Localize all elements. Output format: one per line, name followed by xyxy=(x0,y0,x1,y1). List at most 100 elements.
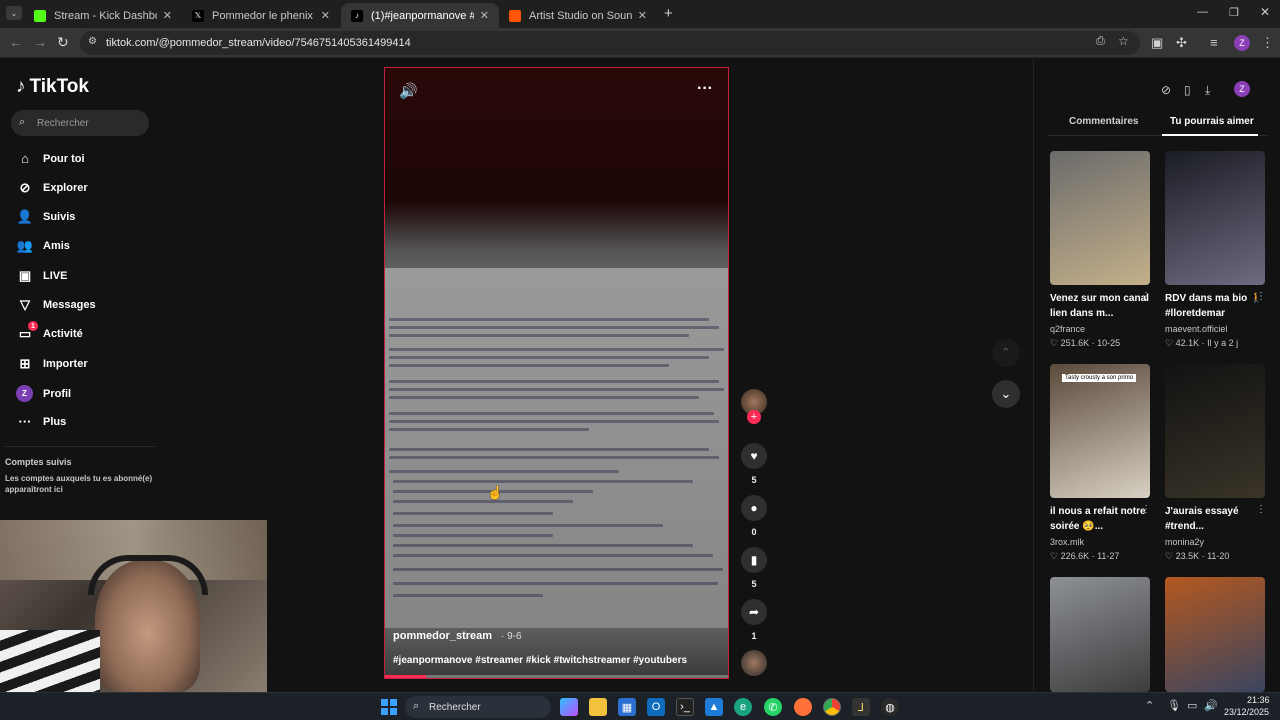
sidebar-item-plus[interactable]: ··· Plus xyxy=(16,414,67,429)
site-info-icon[interactable]: ⚙ xyxy=(88,36,97,47)
sidebar-item-profil[interactable]: Z Profil xyxy=(16,385,71,402)
taskbar-search[interactable]: ⌕ Rechercher xyxy=(405,696,551,718)
suggested-title[interactable]: il nous a refait notre soirée 🥺... xyxy=(1050,504,1154,534)
tiktok-logo[interactable]: ♪ TikTok xyxy=(16,76,89,98)
media-icon[interactable]: ≡ xyxy=(1210,35,1218,50)
suggested-thumbnail[interactable]: Tasty crousty a son primo xyxy=(1050,364,1150,498)
suggested-title[interactable]: RDV dans ma bio 🚶 #lloretdemar xyxy=(1165,291,1269,321)
photos-icon[interactable]: ▲ xyxy=(705,698,723,716)
clock-time[interactable]: 21:36 xyxy=(1247,695,1270,705)
search-input[interactable]: ⌕ Rechercher xyxy=(11,110,149,136)
suggested-author[interactable]: monina2y xyxy=(1165,537,1204,547)
speaker-icon[interactable]: 🔊 xyxy=(1204,699,1218,712)
tab-suggested[interactable]: Tu pourrais aimer xyxy=(1170,116,1254,127)
sidebar-item-messages[interactable]: ▽ Messages xyxy=(16,297,96,313)
inbox-icon: ▭ 1 xyxy=(16,321,38,342)
like-button[interactable]: ♥ 5 xyxy=(741,443,767,485)
tab-x-profile[interactable]: 𝕏 Pommedor le phenix (@Pomme ✕ xyxy=(182,3,340,28)
video-caption[interactable]: #jeanpormanove #streamer #kick #twitchst… xyxy=(393,655,687,666)
sidebar-item-importer[interactable]: ⊞ Importer xyxy=(16,356,88,372)
sidebar-item-explorer[interactable]: ⊘ Explorer xyxy=(16,180,88,196)
video-player[interactable]: 🔊 ··· pommedor_stream · 9-6 #jeanpormano… xyxy=(384,67,729,679)
video-author[interactable]: pommedor_stream xyxy=(393,630,492,642)
sidebar-item-pour-toi[interactable]: ⌂ Pour toi xyxy=(16,151,85,166)
next-video-button[interactable]: ⌄ xyxy=(992,380,1020,408)
obs-icon[interactable]: ◍ xyxy=(881,698,899,716)
tray-chevron-icon[interactable]: ⌃ xyxy=(1145,699,1154,712)
tab-kick-dashboard[interactable]: Stream - Kick Dashboard ✕ xyxy=(24,3,182,28)
video-progress-bar[interactable] xyxy=(385,675,728,678)
video-date: · 9-6 xyxy=(501,631,522,642)
install-app-icon[interactable]: ⎙ xyxy=(1096,35,1105,48)
more-icon[interactable]: ⋮ xyxy=(1256,291,1266,302)
window-menu-button[interactable]: ⌄ xyxy=(6,6,22,20)
browser-menu-icon[interactable]: ⋮ xyxy=(1261,35,1274,51)
more-icon[interactable]: ⋮ xyxy=(1141,291,1151,302)
file-explorer-icon[interactable] xyxy=(589,698,607,716)
device-icon[interactable]: ▯ xyxy=(1184,83,1191,97)
extension-icon[interactable]: ▣ xyxy=(1151,35,1163,51)
compass-icon[interactable]: ⊘ xyxy=(1161,83,1171,97)
app-icon[interactable]: ⅃ xyxy=(852,698,870,716)
terminal-icon[interactable]: ›_ xyxy=(676,698,694,716)
close-window-icon[interactable]: ✕ xyxy=(1260,5,1270,19)
heart-icon: ♥ xyxy=(741,443,767,469)
comment-button[interactable]: ● 0 xyxy=(741,495,767,537)
more-icon[interactable]: ⋮ xyxy=(1256,504,1266,515)
sidebar-divider xyxy=(5,446,155,447)
browser-profile-avatar[interactable]: Z xyxy=(1234,35,1250,51)
suggested-thumbnail[interactable] xyxy=(1165,577,1265,692)
suggested-author[interactable]: maevent.officiel xyxy=(1165,324,1227,334)
firefox-icon[interactable] xyxy=(794,698,812,716)
suggested-author[interactable]: 3rox.mlk xyxy=(1050,537,1084,547)
close-icon[interactable]: ✕ xyxy=(163,9,172,22)
volume-icon[interactable]: 🔊 xyxy=(399,82,418,100)
suggested-title[interactable]: J'aurais essayé #trend... xyxy=(1165,504,1269,534)
suggested-thumbnail[interactable] xyxy=(1050,151,1150,285)
whatsapp-icon[interactable]: ✆ xyxy=(764,698,782,716)
sound-avatar[interactable] xyxy=(741,650,767,676)
suggested-thumbnail[interactable] xyxy=(1050,577,1150,692)
video-more-options[interactable]: ··· xyxy=(697,80,713,98)
sidebar-item-live[interactable]: ▣ LIVE xyxy=(16,268,68,284)
tab-comments[interactable]: Commentaires xyxy=(1069,116,1138,127)
restore-icon[interactable]: ❐ xyxy=(1229,6,1239,19)
store-icon[interactable]: ▦ xyxy=(618,698,636,716)
windows-start-icon[interactable] xyxy=(381,699,397,715)
clock-date[interactable]: 23/12/2025 xyxy=(1224,707,1269,717)
chrome-icon[interactable] xyxy=(823,698,841,716)
minimize-icon[interactable]: — xyxy=(1197,6,1208,18)
close-icon[interactable]: ✕ xyxy=(321,9,330,22)
close-icon[interactable]: ✕ xyxy=(480,9,489,22)
reload-icon[interactable]: ↻ xyxy=(57,34,69,51)
author-avatar[interactable]: + xyxy=(741,389,767,424)
tab-tiktok-video[interactable]: ♪ (1)#jeanpormanove #streamer ✕ xyxy=(341,3,499,28)
follow-plus-icon[interactable]: + xyxy=(747,410,761,424)
network-icon[interactable]: ▭ xyxy=(1187,699,1197,712)
microphone-icon[interactable]: 🎙 xyxy=(1167,699,1181,712)
profile-avatar[interactable]: Z xyxy=(1234,81,1250,97)
close-icon[interactable]: ✕ xyxy=(638,9,647,22)
suggested-thumbnail[interactable] xyxy=(1165,364,1265,498)
tab-soundcloud[interactable]: Artist Studio on SoundCloud ✕ xyxy=(499,3,657,28)
suggested-author[interactable]: q2france xyxy=(1050,324,1085,334)
outlook-icon[interactable]: O xyxy=(647,698,665,716)
share-button[interactable]: ➦ 1 xyxy=(741,599,767,641)
sidebar-item-activite[interactable]: ▭ 1 Activité xyxy=(16,321,83,342)
new-tab-button[interactable]: + xyxy=(664,5,673,22)
save-button[interactable]: ▮ 5 xyxy=(741,547,767,589)
suggested-thumbnail[interactable] xyxy=(1165,151,1265,285)
previous-video-button[interactable]: ⌃ xyxy=(992,339,1020,367)
download-icon[interactable]: ⤓ xyxy=(1205,83,1210,98)
address-bar[interactable]: ⚙ tiktok.com/@pommedor_stream/video/7546… xyxy=(80,31,1140,55)
sidebar-item-suivis[interactable]: 👤 Suivis xyxy=(16,209,76,225)
puzzle-icon[interactable]: ✣ xyxy=(1176,35,1187,51)
more-icon[interactable]: ⋮ xyxy=(1141,504,1151,515)
back-icon[interactable]: ← xyxy=(9,34,23,50)
copilot-icon[interactable] xyxy=(560,698,578,716)
sidebar-item-amis[interactable]: 👥 Amis xyxy=(16,238,70,254)
forward-icon[interactable]: → xyxy=(33,34,47,50)
suggested-title[interactable]: Venez sur mon canal lien dans m... xyxy=(1050,291,1154,321)
edge-icon[interactable]: e xyxy=(734,698,752,716)
bookmark-star-icon[interactable]: ☆ xyxy=(1118,34,1129,48)
